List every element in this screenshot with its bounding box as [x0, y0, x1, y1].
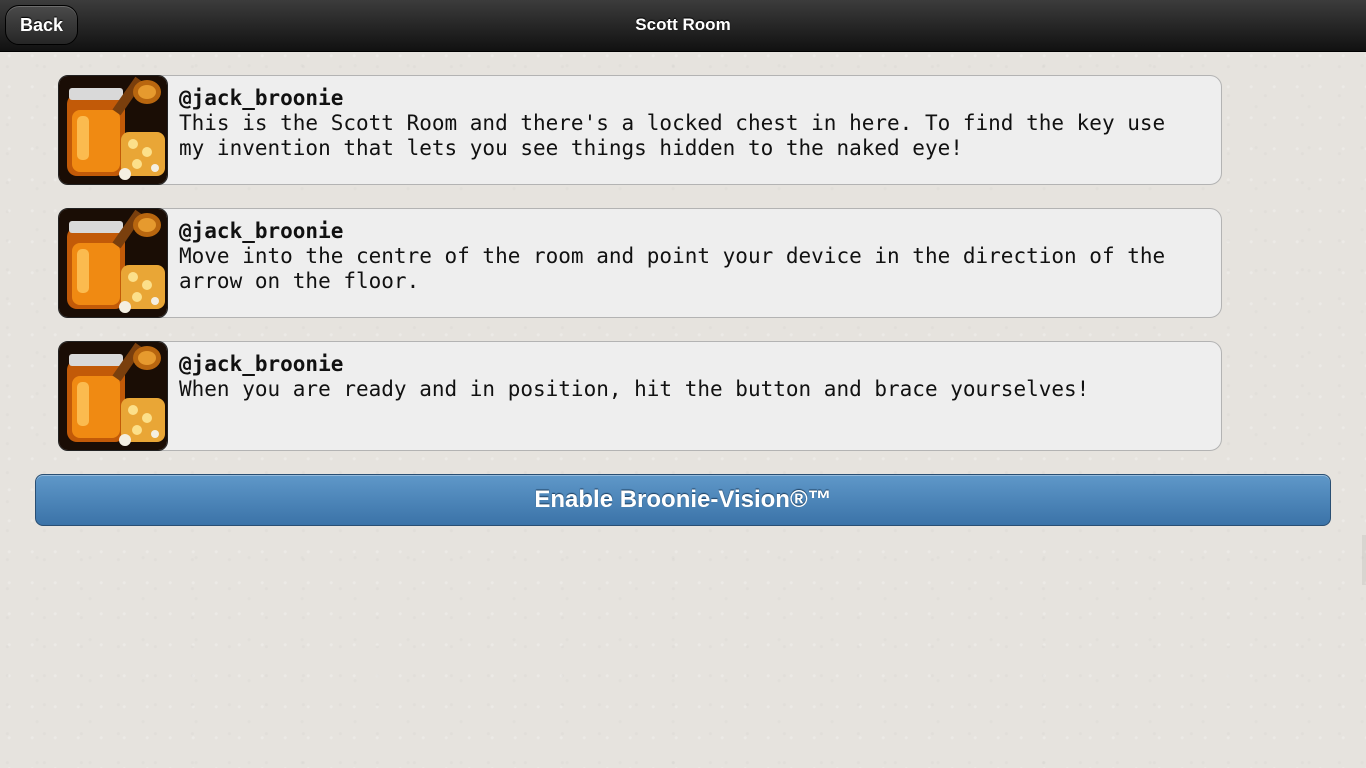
message-text: Move into the centre of the room and poi…	[179, 244, 1166, 293]
honey-jar-icon	[58, 341, 168, 451]
page-title: Scott Room	[635, 15, 731, 34]
message-username[interactable]: @jack_broonie	[179, 86, 1201, 111]
message-content: @jack_broonie When you are ready and in …	[179, 352, 1201, 402]
top-bar: Back Scott Room	[0, 0, 1366, 52]
message-bubble: @jack_broonie When you are ready and in …	[58, 341, 1222, 451]
message-text: When you are ready and in position, hit …	[179, 377, 1090, 401]
message-content: @jack_broonie This is the Scott Room and…	[179, 86, 1201, 161]
message-username[interactable]: @jack_broonie	[179, 219, 1201, 244]
enable-broonie-vision-button[interactable]: Enable Broonie-Vision®™	[35, 474, 1331, 526]
message-content: @jack_broonie Move into the centre of th…	[179, 219, 1201, 294]
honey-jar-icon	[58, 75, 168, 185]
scrollbar[interactable]	[1362, 535, 1366, 585]
honey-jar-icon	[58, 208, 168, 318]
message-list: @jack_broonie This is the Scott Room and…	[58, 75, 1222, 474]
message-bubble: @jack_broonie This is the Scott Room and…	[58, 75, 1222, 185]
message-text: This is the Scott Room and there's a loc…	[179, 111, 1166, 160]
message-username[interactable]: @jack_broonie	[179, 352, 1201, 377]
message-bubble: @jack_broonie Move into the centre of th…	[58, 208, 1222, 318]
